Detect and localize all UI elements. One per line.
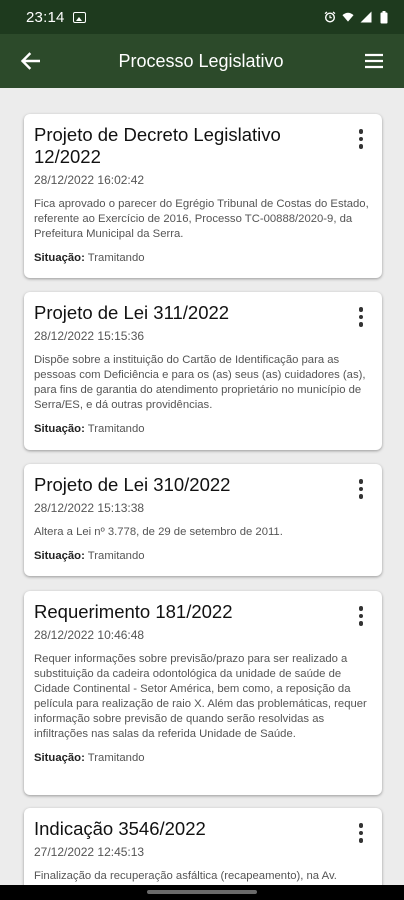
item-date: 28/12/2022 15:15:36 [34, 329, 145, 343]
signal-icon [360, 11, 372, 23]
back-button[interactable] [0, 34, 60, 88]
more-options-icon[interactable] [348, 126, 374, 152]
item-status: Situação: Tramitando [34, 549, 342, 564]
item-date: 28/12/2022 16:02:42 [34, 173, 145, 187]
item-description: Altera a Lei nº 3.778, de 29 de setembro… [34, 526, 283, 538]
more-options-icon[interactable] [348, 476, 374, 502]
list-item[interactable]: Requerimento 181/2022 28/12/2022 10:46:4… [24, 591, 382, 795]
item-description: Dispõe sobre a instituição do Cartão de … [34, 354, 366, 411]
item-date: 28/12/2022 10:46:48 [34, 628, 145, 642]
more-options-icon[interactable] [348, 603, 374, 629]
app-bar: Processo Legislativo [0, 34, 404, 88]
item-title: Projeto de Lei 310/2022 [34, 474, 231, 495]
status-label: Situação: [34, 423, 85, 435]
home-gesture-handle[interactable] [147, 890, 257, 894]
item-status: Situação: Tramitando [34, 751, 342, 766]
wifi-icon [342, 11, 354, 23]
status-label: Situação: [34, 752, 85, 764]
item-status: Situação: Tramitando [34, 251, 342, 266]
alarm-icon [324, 11, 336, 23]
item-description: Fica aprovado o parecer do Egrégio Tribu… [34, 198, 369, 240]
status-value: Tramitando [87, 550, 145, 562]
status-bar: 23:14 [0, 0, 404, 34]
image-icon [72, 11, 86, 23]
item-title: Projeto de Decreto Legislativo 12/2022 [34, 124, 281, 167]
status-time: 23:14 [26, 8, 65, 26]
item-date: 28/12/2022 15:13:38 [34, 501, 145, 515]
item-status: Situação: Tramitando [34, 422, 342, 437]
list-item[interactable]: Indicação 3546/2022 27/12/2022 12:45:13 … [24, 808, 382, 885]
status-value: Tramitando [87, 752, 145, 764]
item-description: Finalização da recuperação asfáltica (re… [34, 870, 337, 882]
list-item[interactable]: Projeto de Lei 311/2022 28/12/2022 15:15… [24, 292, 382, 450]
list-item[interactable]: Projeto de Lei 310/2022 28/12/2022 15:13… [24, 464, 382, 576]
process-list[interactable]: Projeto de Decreto Legislativo 12/2022 2… [0, 88, 404, 885]
item-title: Projeto de Lei 311/2022 [34, 302, 230, 323]
item-date: 27/12/2022 12:45:13 [34, 845, 145, 859]
hamburger-menu-icon [365, 53, 383, 69]
page-title: Processo Legislativo [118, 50, 284, 71]
list-item[interactable]: Projeto de Decreto Legislativo 12/2022 2… [24, 114, 382, 278]
menu-button[interactable] [344, 34, 404, 88]
status-value: Tramitando [87, 423, 145, 435]
battery-icon [378, 10, 390, 23]
more-options-icon[interactable] [348, 304, 374, 330]
more-options-icon[interactable] [348, 820, 374, 846]
system-navigation-bar [0, 885, 404, 900]
status-value: Tramitando [87, 252, 145, 264]
item-title: Indicação 3546/2022 [34, 818, 206, 839]
arrow-left-icon [20, 52, 40, 70]
status-icons [324, 10, 390, 23]
item-title: Requerimento 181/2022 [34, 601, 233, 622]
item-description: Requer informações sobre previsão/prazo … [34, 653, 367, 740]
status-label: Situação: [34, 252, 85, 264]
status-label: Situação: [34, 550, 85, 562]
